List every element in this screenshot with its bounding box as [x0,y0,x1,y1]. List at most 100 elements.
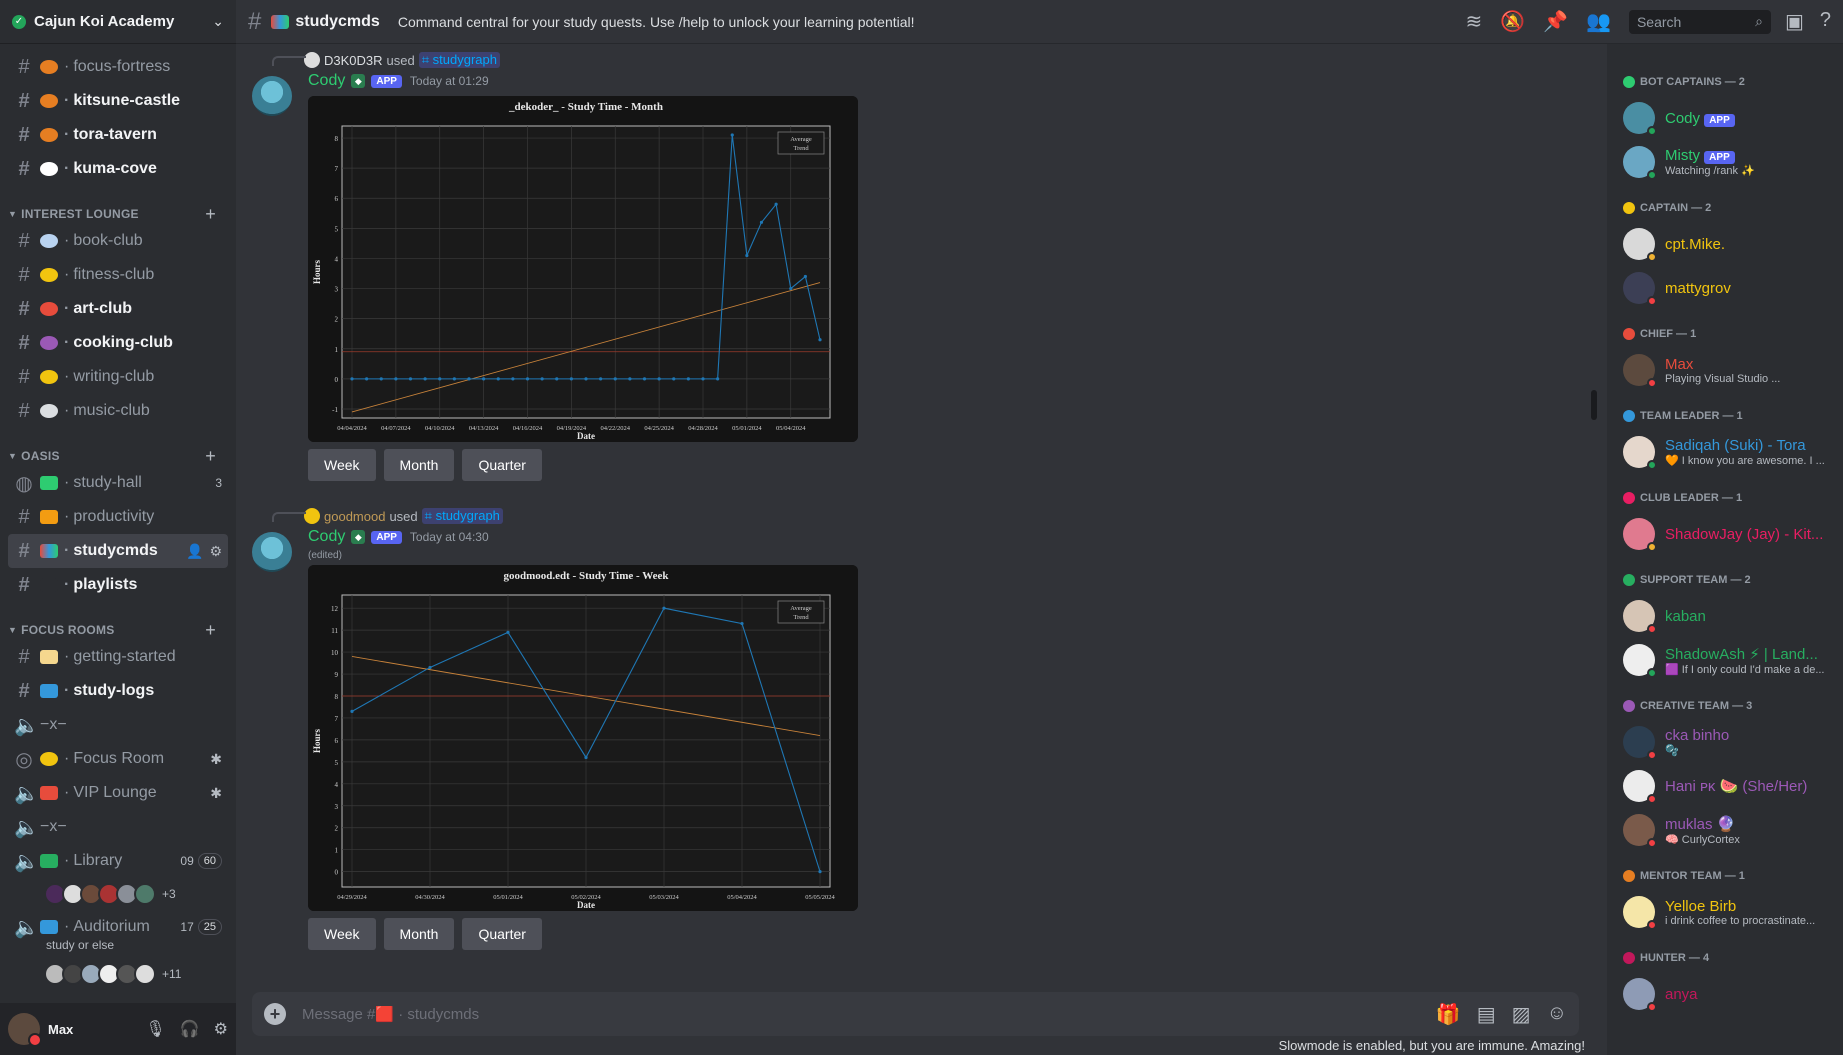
search-input[interactable] [1636,13,1756,30]
channel-getting-started[interactable]: # · getting-started [8,640,228,674]
search-box[interactable]: ⌕ [1628,9,1771,34]
pin-icon[interactable]: 📌 [1543,9,1568,34]
week-button[interactable]: Week [308,449,376,481]
week-button[interactable]: Week [308,918,376,950]
headphones-icon[interactable]: 🎧 [180,1019,200,1039]
voice-users-auditorium[interactable]: +11 [8,958,228,990]
avatar[interactable] [1623,644,1657,678]
avatar[interactable] [8,1013,42,1047]
member-item[interactable]: cka binho 🫧 [1623,720,1835,764]
channel-studycmds[interactable]: # · studycmds 👤 ⚙ [8,534,228,568]
category-focus-rooms[interactable]: ▼ FOCUS ROOMS + [8,610,228,640]
message-input[interactable] [302,1005,1436,1023]
avatar[interactable] [252,76,292,116]
member-item[interactable]: cpt.Mike. [1623,222,1835,266]
avatar[interactable] [1623,518,1657,552]
avatar[interactable] [1623,770,1657,804]
channel-playlists[interactable]: # · playlists [8,568,228,602]
category-oasis[interactable]: ▼ OASIS + [8,436,228,466]
add-attachment-icon[interactable]: + [264,1003,286,1025]
category-interest-lounge[interactable]: ▼ INTEREST LOUNGE + [8,194,228,224]
slash-command-link[interactable]: ⌗ studygraph [421,508,503,524]
quarter-button[interactable]: Quarter [462,449,542,481]
add-channel-icon[interactable]: + [205,620,216,641]
add-channel-icon[interactable]: + [205,446,216,467]
gift-icon[interactable]: 🎁 [1436,1002,1461,1027]
command-reply[interactable]: D3K0D3R used ⌗ studygraph [304,50,1136,70]
channel-kitsune-castle[interactable]: # · kitsune-castle [8,84,228,118]
avatar[interactable] [1623,814,1657,848]
author-name[interactable]: Cody [308,72,345,90]
channel-kuma-cove[interactable]: # · kuma-cove [8,152,228,186]
avatar[interactable] [1623,896,1657,930]
avatar[interactable] [134,883,156,905]
timestamp[interactable]: Today at 04:30 [410,530,489,544]
member-item[interactable]: Cody APP [1623,96,1835,140]
avatar[interactable] [1623,600,1657,634]
avatar[interactable] [1623,726,1657,760]
channel-study-hall[interactable]: ◍ · study-hall 3 [8,466,228,500]
member-list-icon[interactable]: 👥 [1586,9,1611,34]
avatar[interactable] [1623,436,1657,470]
slash-command-link[interactable]: ⌗ studygraph [418,52,500,68]
month-button[interactable]: Month [383,449,455,481]
microphone-icon[interactable]: 🎙 [145,1019,165,1039]
channel-topic[interactable]: Command central for your study quests. U… [398,14,1466,30]
server-header[interactable]: ✓ Cajun Koi Academy ⌄ [0,0,236,44]
author-name[interactable]: Cody [308,528,345,546]
mute-bell-icon[interactable]: 🔕 [1500,9,1525,34]
avatar[interactable] [1623,146,1657,180]
channel-music-club[interactable]: # · music-club [8,394,228,428]
member-item[interactable]: ShadowAsh ⚡ | Land... 🟪 If I only could I… [1623,638,1835,682]
channel-fitness-club[interactable]: # · fitness-club [8,258,228,292]
command-reply[interactable]: goodmood used ⌗ studygraph [304,506,1136,526]
member-item[interactable]: Sadiqah (Suki) - Tora 🧡 I know you are aw… [1623,430,1835,474]
voice-users-library[interactable]: +3 [8,878,228,910]
chart-image[interactable]: _dekoder_ - Study Time - Month -1 0 1 2 3 4 5 6 7… [308,96,858,442]
inbox-icon[interactable]: ▣ [1785,9,1804,34]
add-channel-icon[interactable]: + [205,204,216,225]
member-item[interactable]: Misty APP Watching /rank ✨ [1623,140,1835,184]
channel-book-club[interactable]: # · book-club [8,224,228,258]
help-icon[interactable]: ? [1820,9,1831,34]
member-item[interactable]: Max Playing Visual Studio ... [1623,348,1835,392]
channel-study-logs[interactable]: # · study-logs [8,674,228,708]
voice-divider[interactable]: 🔈 −x− [8,708,228,742]
quarter-button[interactable]: Quarter [462,918,542,950]
avatar[interactable] [304,508,320,524]
avatar[interactable] [1623,354,1657,388]
invite-icon[interactable]: 👤 [186,543,203,560]
member-item[interactable]: kaban [1623,594,1835,638]
gif-icon[interactable]: ▤ [1477,1002,1496,1027]
month-button[interactable]: Month [383,918,455,950]
sticker-icon[interactable]: ▨ [1512,1002,1531,1027]
settings-gear-icon[interactable]: ⚙ [214,1019,228,1039]
channel-tora-tavern[interactable]: # · tora-tavern [8,118,228,152]
voice-divider[interactable]: 🔈 −x− [8,810,228,844]
avatar[interactable] [1623,978,1657,1012]
settings-gear-icon[interactable]: ⚙ [209,543,222,560]
member-item[interactable]: anya [1623,972,1835,1016]
member-item[interactable]: ShadowJay (Jay) - Kit... [1623,512,1835,556]
member-item[interactable]: mattygrov [1623,266,1835,310]
member-item[interactable]: Yelloe Birb i drink coffee to procrastina… [1623,890,1835,934]
chart-image[interactable]: goodmood.edt - Study Time - Week 0 1 2 3 4 5 6 7… [308,565,858,911]
timestamp[interactable]: Today at 01:29 [410,74,489,88]
voice-library[interactable]: 🔈 · Library 09 60 [8,844,228,878]
avatar[interactable] [252,532,292,572]
channel-cooking-club[interactable]: # · cooking-club [8,326,228,360]
chat-scrollbar[interactable] [1591,390,1597,420]
username[interactable]: Max [48,1022,145,1037]
voice-focus-room[interactable]: ◎ · Focus Room ✱ [8,742,228,776]
reply-username[interactable]: goodmood [324,509,385,524]
channel-art-club[interactable]: # · art-club [8,292,228,326]
reply-username[interactable]: D3K0D3R [324,53,383,68]
chevron-down-icon[interactable]: ⌄ [212,13,224,30]
avatar[interactable] [304,52,320,68]
channel-productivity[interactable]: # · productivity [8,500,228,534]
member-item[interactable]: Hani ᴘᴋ 🍉 (She/Her) [1623,764,1835,808]
voice-vip-lounge[interactable]: 🔈 · VIP Lounge ✱ [8,776,228,810]
member-item[interactable]: muklas 🔮 🧠 CurlyCortex [1623,808,1835,852]
emoji-icon[interactable]: ☺ [1547,1002,1567,1027]
avatar[interactable] [1623,102,1657,136]
